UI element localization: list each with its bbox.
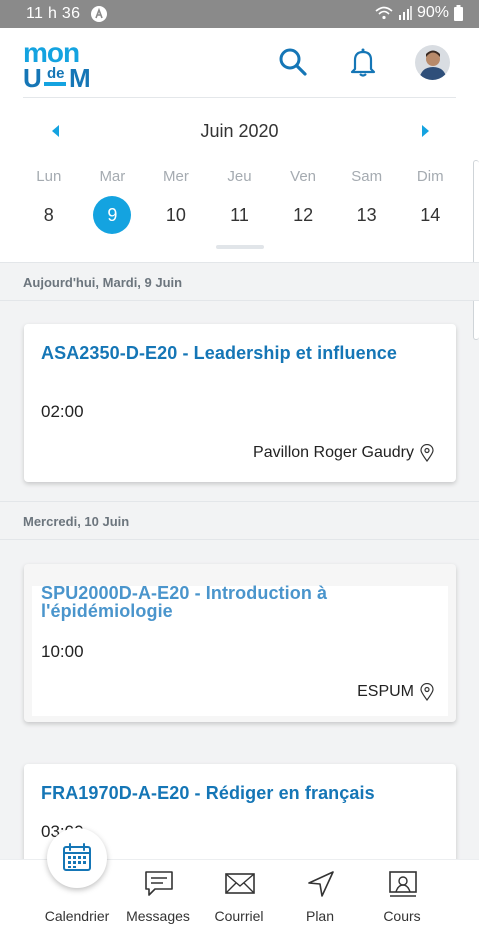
date-section-header: Aujourd'hui, Mardi, 9 Juin bbox=[0, 262, 479, 301]
calendar-fab-button[interactable] bbox=[47, 828, 107, 888]
day-name: Dim bbox=[416, 168, 444, 185]
day-number: 14 bbox=[420, 205, 441, 225]
course-title: FRA1970D-A-E20 - Rédiger en français bbox=[41, 783, 375, 803]
location-pin-icon bbox=[420, 683, 434, 701]
tab-courriel[interactable]: Courriel bbox=[199, 860, 279, 930]
avatar[interactable] bbox=[415, 45, 450, 80]
course-location: Pavillon Roger Gaudry bbox=[253, 444, 434, 462]
course-time: 02:00 bbox=[41, 402, 84, 421]
course-time: 10:00 bbox=[41, 642, 84, 661]
messages-icon bbox=[145, 871, 173, 896]
header-divider bbox=[23, 97, 456, 98]
tab-messages[interactable]: Messages bbox=[118, 860, 198, 930]
day-number: 8 bbox=[43, 205, 54, 225]
location-pin-icon bbox=[420, 444, 434, 462]
course-card[interactable]: ASA2350-D-E20 - Leadership et influence … bbox=[24, 324, 456, 482]
tab-label: Courriel bbox=[214, 908, 264, 924]
navigation-arrow-icon bbox=[308, 871, 334, 897]
day-number: 10 bbox=[165, 205, 186, 225]
day-saturday[interactable]: Sam 13 bbox=[335, 168, 399, 234]
status-indicators: 90% bbox=[375, 4, 463, 22]
day-number: 13 bbox=[356, 205, 377, 225]
tab-plan[interactable]: Plan bbox=[280, 860, 360, 930]
status-bar: 11 h 36 90% bbox=[0, 0, 479, 28]
tab-cours[interactable]: Cours bbox=[362, 860, 442, 930]
next-week-icon[interactable] bbox=[417, 123, 433, 139]
month-label: Juin 2020 bbox=[200, 121, 279, 141]
battery-icon bbox=[454, 5, 463, 21]
tab-label: Plan bbox=[305, 908, 335, 924]
day-tuesday[interactable]: Mar 9 bbox=[81, 168, 145, 234]
expand-calendar-handle[interactable] bbox=[216, 245, 264, 249]
section-date-label: Aujourd'hui, Mardi, 9 Juin bbox=[23, 275, 183, 290]
day-name: Sam bbox=[351, 168, 383, 185]
day-sunday[interactable]: Dim 14 bbox=[398, 168, 462, 234]
day-name: Jeu bbox=[227, 168, 252, 185]
logo-text-u: U bbox=[23, 63, 42, 88]
app-logo[interactable]: mon U de M bbox=[23, 37, 101, 93]
day-number-selected: 9 bbox=[93, 196, 132, 234]
section-date-label: Mercredi, 10 Juin bbox=[23, 514, 130, 529]
day-number: 12 bbox=[293, 205, 314, 225]
course-card[interactable]: SPU2000D-A-E20 - Introduction à l'épidém… bbox=[24, 564, 456, 722]
search-icon[interactable] bbox=[277, 46, 309, 78]
location-label: ESPUM bbox=[357, 683, 414, 700]
day-thursday[interactable]: Jeu 11 bbox=[208, 168, 272, 234]
week-day-selector: Lun 8 Mar 9 Mer 10 Jeu 11 Ven 12 Sam 13 Dim 14 bbox=[17, 168, 462, 234]
day-monday[interactable]: Lun 8 bbox=[17, 168, 81, 234]
tab-label: Cours bbox=[383, 908, 421, 924]
day-name: Ven bbox=[290, 168, 317, 185]
battery-percent: 90% bbox=[416, 4, 449, 21]
day-number: 11 bbox=[230, 205, 249, 225]
day-name: Mer bbox=[163, 168, 189, 185]
mail-icon bbox=[225, 873, 255, 894]
header: mon U de M Juin 2020 Lun 8 Mar 9 Mer 10 Jeu… bbox=[0, 28, 479, 262]
scrollbar[interactable] bbox=[473, 160, 479, 340]
day-friday[interactable]: Ven 12 bbox=[271, 168, 335, 234]
app-notification-icon bbox=[91, 6, 107, 22]
tab-label: Messages bbox=[126, 908, 190, 924]
wifi-icon bbox=[375, 6, 393, 20]
calendar-icon bbox=[63, 843, 91, 871]
courses-icon bbox=[389, 871, 417, 897]
status-time: 11 h 36 bbox=[26, 5, 81, 22]
logo-text-de: de bbox=[47, 65, 65, 82]
signal-icon bbox=[398, 6, 412, 20]
location-label: Pavillon Roger Gaudry bbox=[253, 444, 414, 461]
day-wednesday[interactable]: Mer 10 bbox=[144, 168, 208, 234]
day-name: Lun bbox=[36, 168, 62, 185]
logo-text-m: M bbox=[69, 63, 91, 88]
course-location: ESPUM bbox=[357, 683, 434, 701]
date-section-header: Mercredi, 10 Juin bbox=[0, 501, 479, 540]
course-title: SPU2000D-A-E20 - Introduction à l'épidém… bbox=[41, 583, 328, 621]
course-title: ASA2350-D-E20 - Leadership et influence bbox=[41, 343, 398, 363]
tab-label: Calendrier bbox=[44, 908, 110, 924]
bell-icon[interactable] bbox=[347, 46, 379, 78]
day-name: Mar bbox=[99, 168, 126, 185]
